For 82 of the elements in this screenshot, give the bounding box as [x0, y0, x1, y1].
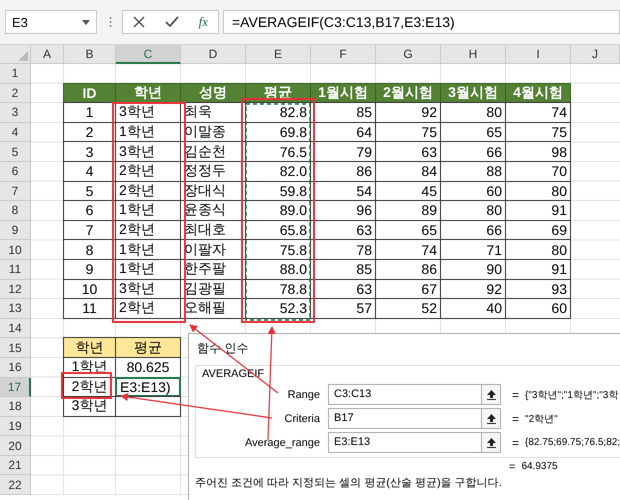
table-header: 3월시험 [440, 82, 506, 104]
table-cell: 80 [505, 239, 571, 260]
table-header: 2월시험 [375, 82, 441, 104]
table-cell: 74 [505, 102, 571, 123]
table-cell: 91 [505, 258, 571, 280]
row-header[interactable]: 10 [0, 240, 31, 260]
row-header[interactable]: 19 [0, 416, 31, 436]
row-header[interactable]: 15 [0, 338, 31, 358]
row-header[interactable]: 18 [0, 397, 31, 417]
row-header[interactable]: 9 [0, 220, 31, 240]
column-header[interactable]: I [506, 45, 571, 64]
argument-result: "2학년" [525, 412, 558, 426]
row-header[interactable]: 7 [0, 182, 31, 202]
row-header[interactable]: 2 [0, 84, 31, 104]
formula-field[interactable]: =AVERAGEIF(C3:C13,B17,E3:E13) [223, 10, 620, 34]
table-header: 학년 [63, 337, 116, 358]
equals-sign: = [509, 461, 516, 473]
row-header[interactable]: 20 [0, 436, 31, 456]
row-header[interactable]: 6 [0, 162, 31, 182]
grip-icon [109, 16, 112, 28]
row-header[interactable]: 17 [0, 378, 31, 398]
equals-sign: = [512, 388, 520, 402]
upload-icon [486, 414, 496, 424]
dropdown-icon[interactable] [82, 20, 90, 24]
upload-icon [486, 438, 496, 448]
row-header[interactable]: 8 [0, 201, 31, 221]
table-cell: 3 [63, 141, 116, 162]
collapse-button[interactable] [482, 384, 501, 405]
table-header: 성명 [180, 82, 246, 104]
table-cell: 8 [63, 239, 116, 260]
function-description: 주어진 조건에 따라 지정되는 셀의 평균(산술 평균)을 구합니다. [195, 476, 503, 490]
column-header[interactable]: H [441, 45, 506, 64]
row-header[interactable]: 1 [0, 64, 31, 84]
argument-field[interactable]: B17 [328, 408, 482, 429]
argument-result: {"3학년";"1학년";"3학 [525, 388, 618, 402]
row-header[interactable]: 14 [0, 318, 31, 338]
column-header[interactable]: B [64, 45, 116, 64]
table-cell: 98 [505, 141, 571, 162]
table-header: ID [63, 82, 116, 104]
column-header[interactable]: E [246, 45, 311, 64]
row-header[interactable]: 3 [0, 103, 31, 123]
equals-sign: = [512, 436, 520, 450]
highlight-frame [61, 372, 112, 399]
row-header[interactable]: 21 [0, 456, 31, 476]
column-header[interactable]: A [31, 45, 64, 64]
cancel-icon[interactable] [132, 16, 145, 28]
upload-icon [486, 390, 496, 400]
row-header[interactable]: 11 [0, 260, 31, 280]
row-header[interactable]: 13 [0, 299, 31, 319]
table-cell: 60 [505, 298, 571, 319]
row-header[interactable]: 22 [0, 475, 31, 496]
argument-label: Range [286, 388, 320, 400]
column-header[interactable]: D [181, 45, 246, 64]
table-cell: 80.625 [115, 356, 181, 378]
argument-label: Average_range [244, 436, 320, 448]
argument-field[interactable]: E3:E13 [328, 432, 482, 453]
collapse-button[interactable] [482, 432, 501, 453]
row-header[interactable]: 5 [0, 142, 31, 162]
table-cell: 4 [63, 160, 116, 182]
name-box[interactable]: E3 [5, 10, 97, 34]
table-cell: 9 [63, 258, 116, 280]
table-header: 1월시험 [310, 82, 376, 104]
collapse-button[interactable] [482, 408, 501, 429]
argument-field[interactable]: C3:C13 [328, 384, 482, 405]
argument-label: Criteria [284, 412, 320, 424]
table-header: 4월시험 [505, 82, 571, 104]
check-icon[interactable] [164, 16, 179, 28]
insert-function-button[interactable]: fx [198, 14, 208, 30]
column-header[interactable]: C [116, 45, 181, 64]
column-header[interactable]: F [311, 45, 376, 64]
argument-result: {82.75;69.75;76.5;82; [525, 437, 620, 448]
formula-result: 64.9375 [521, 461, 558, 473]
row-header[interactable]: 12 [0, 280, 31, 300]
table-cell: 11 [63, 298, 116, 319]
table-cell: 70 [505, 160, 571, 182]
row-header[interactable]: 4 [0, 122, 31, 142]
column-header[interactable]: G [376, 45, 441, 64]
row-header[interactable]: 16 [0, 358, 31, 378]
table-header: 학년 [115, 82, 181, 104]
equals-sign: = [512, 412, 520, 426]
table-header: 평균 [115, 337, 181, 358]
column-header[interactable]: J [571, 45, 620, 64]
